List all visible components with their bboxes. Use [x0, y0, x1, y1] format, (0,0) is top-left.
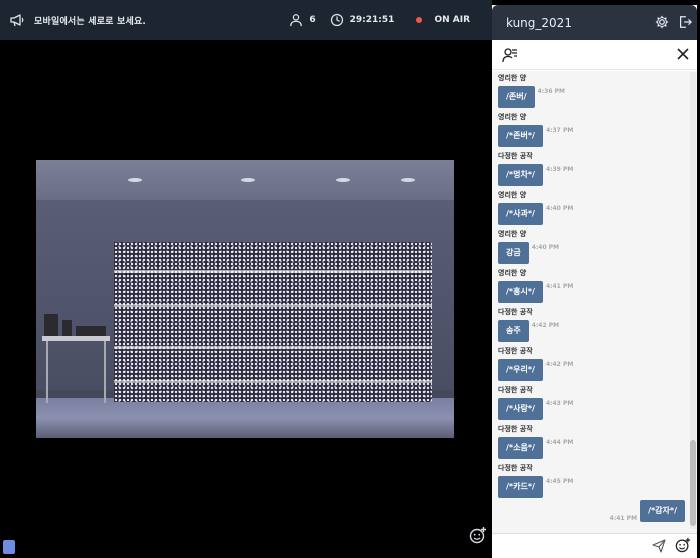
list-item: 다정한 공작 /*카드*/4:45 PM: [498, 463, 573, 498]
stream-stats: 6 29:21:51 ON AIR: [289, 13, 470, 27]
chat-header: kung_2021: [492, 5, 697, 40]
message-bubble: /*우리*/: [498, 359, 543, 381]
message-time: 4:39 PM: [545, 166, 574, 173]
chat-subheader: [492, 40, 697, 70]
table-leg: [46, 341, 48, 403]
message-sender: 다정한 공작: [498, 386, 533, 394]
led-band: [114, 346, 432, 349]
equipment-table: [42, 314, 110, 403]
message-bubble: /*존버*/: [498, 125, 543, 147]
equipment-device: [62, 320, 72, 336]
user-list-icon[interactable]: [502, 47, 518, 63]
equipment-device: [44, 314, 58, 336]
message-bubble: /존버/: [498, 86, 535, 108]
message-time: 4:44 PM: [545, 439, 574, 446]
message-time: 4:41 PM: [545, 283, 574, 290]
message-time: 4:43 PM: [545, 400, 574, 407]
chat-input[interactable]: [498, 538, 648, 555]
chat-scrollbar[interactable]: [690, 72, 696, 529]
message-bubble: /*카드*/: [498, 476, 543, 498]
message-sender: 영리한 양: [498, 113, 527, 121]
my-message: 4:41 PM /*감자*/: [610, 500, 685, 522]
on-air-label: ON AIR: [434, 15, 470, 25]
message-sender: 다정한 공작: [498, 347, 533, 355]
top-bar: 모바일에서는 세로로 보세요. 6 29:21:51 ON AIR: [0, 0, 492, 40]
send-icon[interactable]: [652, 539, 666, 553]
table-top: [42, 336, 110, 341]
video-player[interactable]: [36, 160, 454, 438]
equipment-device: [76, 326, 106, 336]
message-time: 4:45 PM: [545, 478, 574, 485]
scrollbar-thumb[interactable]: [690, 440, 696, 526]
message-time: 4:42 PM: [545, 361, 574, 368]
message-time: 4:36 PM: [537, 88, 565, 95]
megaphone-icon: [10, 14, 24, 27]
list-item: 다정한 공작 /*멍차*/4:39 PM: [498, 151, 573, 186]
message-time: 4:37 PM: [545, 127, 574, 134]
list-item: 영리한 양 /존버/4:36 PM: [498, 73, 565, 108]
message-sender: 영리한 양: [498, 74, 527, 82]
ceiling-lamp: [128, 178, 142, 182]
user-icon: [290, 14, 303, 27]
list-item: 다정한 공작 /*사랑*/4:43 PM: [498, 385, 573, 420]
corner-badge[interactable]: [3, 540, 15, 554]
video-floor: [36, 398, 454, 438]
message-sender: 다정한 공작: [498, 152, 533, 160]
message-bubble: 강금: [498, 242, 529, 264]
message-bubble: /*소음*/: [498, 437, 543, 459]
close-icon[interactable]: [677, 48, 689, 60]
logout-icon[interactable]: [678, 15, 692, 29]
message-time: 4:40 PM: [531, 244, 560, 251]
list-item: 다정한 공작 /*우리*/4:42 PM: [498, 346, 573, 381]
message-bubble: /*사랑*/: [498, 398, 543, 420]
list-item: 다정한 공작 송주 4:42 PM: [498, 307, 559, 342]
table-leg: [104, 341, 106, 403]
chat-username: kung_2021: [506, 15, 572, 30]
message-sender: 영리한 양: [498, 230, 527, 238]
message-bubble: /*감자*/: [640, 500, 685, 522]
list-item: 영리한 양 /*사과*/4:40 PM: [498, 190, 573, 225]
message-sender: 영리한 양: [498, 269, 527, 277]
clock-icon: [330, 13, 343, 27]
message-sender: 다정한 공작: [498, 464, 533, 472]
message-bubble: /*멍차*/: [498, 164, 543, 186]
stream-time: 29:21:51: [349, 15, 395, 25]
list-item: 영리한 양 /*존버*/4:37 PM: [498, 112, 573, 147]
video-stage: [0, 40, 492, 558]
message-bubble: /*사과*/: [498, 203, 543, 225]
chat-input-bar: [492, 533, 697, 558]
ceiling-lamp: [401, 178, 415, 182]
message-time: 4:42 PM: [531, 322, 560, 329]
ceiling-lamp: [241, 178, 255, 182]
led-band: [114, 270, 432, 273]
chat-panel: kung_2021 영리한 양 /존버/ 4:36 PM 영리한 양 /*존버*…: [492, 5, 697, 558]
led-band: [114, 380, 432, 383]
notice-text: 모바일에서는 세로로 보세요.: [34, 16, 147, 27]
emoji-add-icon[interactable]: [675, 537, 691, 553]
list-item: 영리한 양 /*홍시*/4:41 PM: [498, 268, 573, 303]
led-band: [114, 304, 432, 307]
message-sender: 영리한 양: [498, 191, 527, 199]
message-bubble: 송주: [498, 320, 529, 342]
message-time: 4:41 PM: [609, 515, 638, 522]
ceiling-lamp: [336, 178, 350, 182]
app: 모바일에서는 세로로 보세요. 6 29:21:51 ON AIR kung_2…: [0, 0, 700, 558]
message-bubble: /*홍시*/: [498, 281, 543, 303]
emoji-add-icon[interactable]: [469, 526, 487, 544]
message-sender: 다정한 공작: [498, 308, 533, 316]
chat-messages[interactable]: 영리한 양 /존버/4:36 PM 영리한 양 /*존버*/4:37 PM 다정…: [492, 71, 697, 533]
live-dot: [416, 17, 423, 23]
list-item: 영리한 양 강금 4:40 PM: [498, 229, 559, 264]
message-time: 4:40 PM: [545, 205, 574, 212]
viewer-count: 6: [309, 15, 316, 25]
led-wall-artwork: [114, 242, 432, 402]
message-sender: 다정한 공작: [498, 425, 533, 433]
gear-icon[interactable]: [655, 15, 669, 29]
video-ceiling: [36, 160, 454, 200]
list-item: 다정한 공작 /*소음*/4:44 PM: [498, 424, 573, 459]
